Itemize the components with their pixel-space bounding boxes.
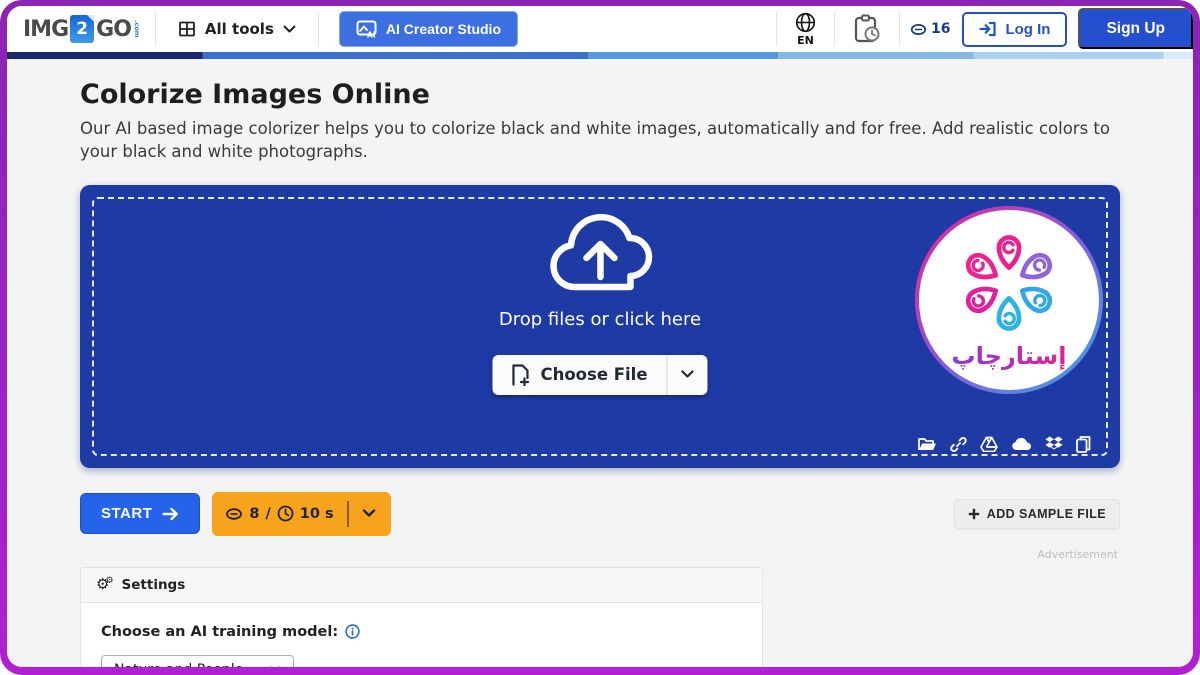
cost-estimate-badge: 8 / 10 s bbox=[212, 492, 390, 536]
dropbox-icon[interactable] bbox=[1045, 436, 1063, 452]
navbar-right: EN 16 Log In Sign U bbox=[776, 6, 1193, 52]
flower-petals-graphic bbox=[942, 216, 1076, 350]
logo-img-text: IMG bbox=[23, 17, 68, 42]
watermark-brand-text: إستارچاپ bbox=[952, 342, 1067, 370]
watermark-logo: إستارچاپ bbox=[915, 206, 1103, 394]
logo-document-icon: 2 bbox=[70, 15, 94, 43]
all-tools-label: All tools bbox=[205, 20, 274, 38]
arrow-right-icon bbox=[162, 507, 179, 521]
dropzone-center: Drop files or click here Choose File bbox=[492, 211, 707, 395]
login-button[interactable]: Log In bbox=[962, 12, 1067, 47]
top-navbar: IMG 2 GO .com All tools AI AI Creator St… bbox=[7, 6, 1193, 52]
coin-icon bbox=[910, 23, 927, 36]
login-label: Log In bbox=[1005, 21, 1050, 38]
language-selector[interactable]: EN bbox=[777, 6, 834, 52]
credits-balance[interactable]: 16 bbox=[900, 6, 962, 52]
drop-files-text: Drop files or click here bbox=[499, 309, 701, 330]
globe-icon bbox=[795, 12, 816, 33]
model-label-text: Choose an AI training model: bbox=[101, 624, 338, 640]
chevron-down-icon bbox=[283, 25, 296, 34]
grid-icon bbox=[178, 20, 196, 38]
logo-go-text: GO bbox=[96, 17, 131, 42]
page: IMG 2 GO .com All tools AI AI Creator St… bbox=[7, 6, 1193, 667]
file-plus-icon bbox=[511, 364, 529, 386]
time-estimate-value: 10 s bbox=[300, 506, 334, 522]
settings-panel: ⚙⚙ Settings Choose an AI training model:… bbox=[80, 567, 763, 667]
add-sample-file-button[interactable]: ADD SAMPLE FILE bbox=[954, 499, 1120, 529]
model-select-value: Nature and People bbox=[114, 662, 243, 667]
gears-icon: ⚙⚙ bbox=[96, 577, 114, 592]
onedrive-icon[interactable] bbox=[1011, 437, 1032, 451]
upload-sources bbox=[918, 436, 1091, 453]
start-button[interactable]: START bbox=[80, 493, 200, 534]
page-description: Our AI based image colorizer helps you t… bbox=[80, 117, 1118, 164]
watermark-circle: إستارچاپ bbox=[919, 210, 1099, 390]
info-icon[interactable] bbox=[345, 624, 360, 639]
coin-icon bbox=[225, 507, 243, 521]
logo-tld-text: .com bbox=[133, 20, 141, 38]
img2go-logo[interactable]: IMG 2 GO .com bbox=[7, 6, 155, 52]
cost-separator: / bbox=[265, 506, 270, 522]
language-code: EN bbox=[797, 34, 814, 47]
sign-in-icon bbox=[979, 21, 997, 37]
all-tools-menu[interactable]: All tools bbox=[156, 6, 318, 52]
plus-icon bbox=[968, 508, 980, 520]
ai-image-icon: AI bbox=[356, 20, 377, 38]
cloud-upload-icon bbox=[540, 211, 660, 297]
badge-divider bbox=[347, 501, 349, 527]
clipboard-clock-icon bbox=[851, 13, 883, 45]
url-link-icon[interactable] bbox=[950, 436, 967, 453]
chevron-down-icon bbox=[269, 666, 281, 667]
google-drive-icon[interactable] bbox=[980, 436, 998, 452]
settings-header: ⚙⚙ Settings bbox=[81, 568, 762, 603]
settings-body: Choose an AI training model: Nature and … bbox=[81, 603, 762, 667]
ai-creator-studio-label: AI Creator Studio bbox=[386, 21, 501, 37]
choose-file-dropdown-toggle[interactable] bbox=[667, 355, 708, 395]
header-progress-strip bbox=[7, 52, 1193, 59]
credit-cost-value: 8 bbox=[249, 506, 259, 522]
add-sample-file-label: ADD SAMPLE FILE bbox=[987, 507, 1106, 521]
model-select[interactable]: Nature and People bbox=[101, 655, 294, 667]
signup-label: Sign Up bbox=[1106, 20, 1165, 38]
choose-file-label: Choose File bbox=[540, 365, 647, 384]
credit-cost-segment: 8 / 10 s bbox=[225, 505, 333, 522]
file-drop-zone[interactable]: Drop files or click here Choose File bbox=[80, 185, 1120, 468]
svg-text:AI: AI bbox=[367, 31, 376, 39]
ai-creator-studio-button[interactable]: AI AI Creator Studio bbox=[339, 11, 518, 47]
browser-frame: IMG 2 GO .com All tools AI AI Creator St… bbox=[0, 0, 1200, 675]
cost-dropdown-toggle[interactable] bbox=[360, 507, 378, 520]
clock-icon bbox=[277, 505, 294, 522]
settings-title: Settings bbox=[122, 577, 186, 593]
job-history-button[interactable] bbox=[835, 6, 899, 52]
ai-creator-wrap: AI AI Creator Studio bbox=[319, 6, 538, 52]
model-label-row: Choose an AI training model: bbox=[101, 624, 742, 640]
action-row: START 8 / 10 s bbox=[80, 492, 1120, 536]
open-folder-icon[interactable] bbox=[918, 437, 937, 452]
paste-clipboard-icon[interactable] bbox=[1076, 436, 1091, 453]
advertisement-label: Advertisement bbox=[80, 548, 1120, 561]
start-label: START bbox=[101, 505, 152, 522]
choose-file-split-button: Choose File bbox=[492, 355, 707, 395]
page-title: Colorize Images Online bbox=[80, 79, 1120, 110]
signup-button[interactable]: Sign Up bbox=[1078, 8, 1193, 49]
choose-file-button[interactable]: Choose File bbox=[492, 355, 666, 395]
credits-count: 16 bbox=[931, 21, 950, 37]
main-content: Colorize Images Online Our AI based imag… bbox=[7, 79, 1193, 667]
